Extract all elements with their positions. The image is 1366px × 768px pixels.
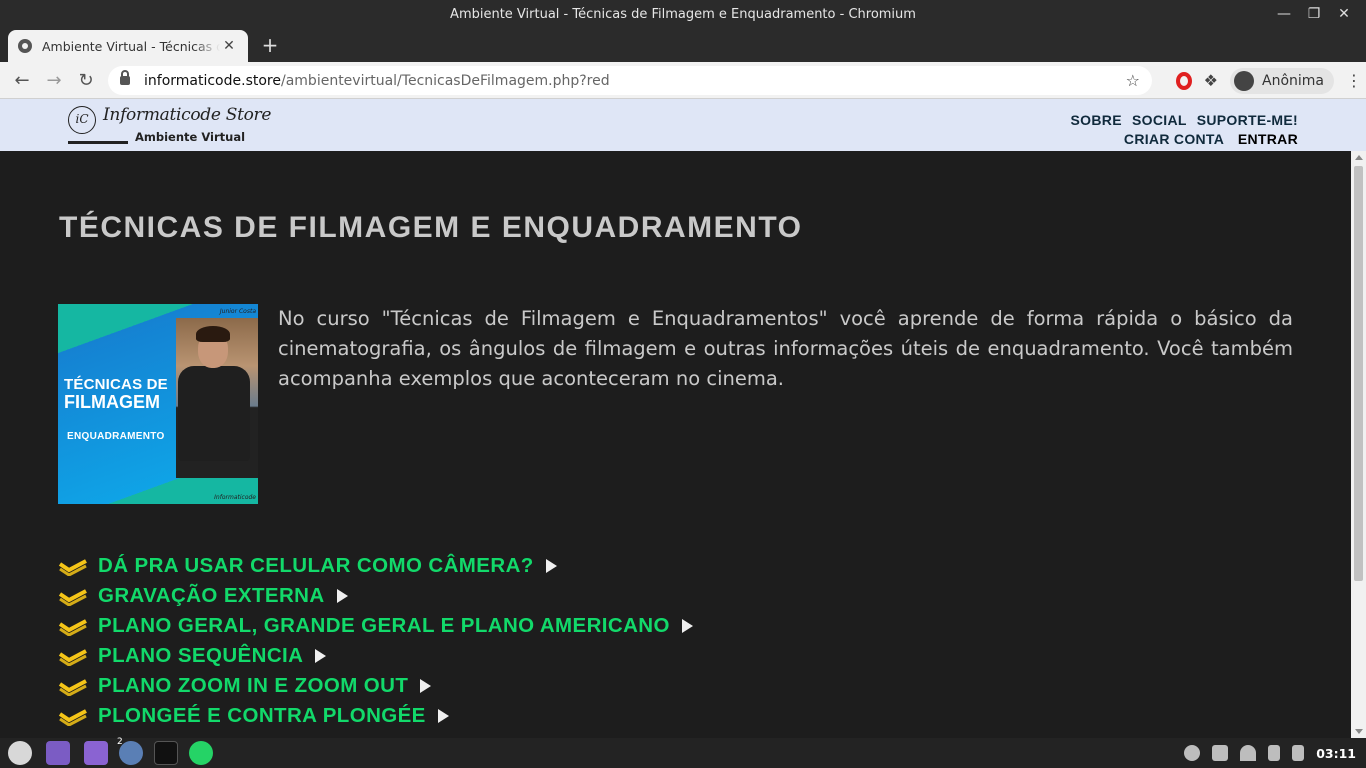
- menu-kebab-icon[interactable]: ⋮: [1346, 71, 1362, 90]
- play-icon[interactable]: [545, 559, 557, 573]
- system-tray: 03:11: [1184, 738, 1356, 768]
- top-nav: SOBRE SOCIAL SUPORTE-ME! CRIAR CONTA ENT…: [1065, 111, 1298, 149]
- whatsapp-icon[interactable]: [189, 741, 213, 765]
- site-logo[interactable]: iC Informaticode Store Ambiente Virtual: [68, 103, 271, 145]
- course-description: No curso "Técnicas de Filmagem e Enquadr…: [278, 307, 1293, 390]
- scroll-up-arrow-icon[interactable]: [1355, 155, 1363, 160]
- play-icon[interactable]: [437, 709, 449, 723]
- lesson-link[interactable]: PLANO ZOOM IN E ZOOM OUT: [98, 674, 408, 698]
- battery-icon[interactable]: [1292, 745, 1305, 761]
- checkmark-icon: [58, 586, 88, 606]
- menu-launcher-icon[interactable]: [8, 741, 32, 765]
- bookmark-star-icon[interactable]: ☆: [1126, 71, 1140, 90]
- profile-label: Anônima: [1262, 72, 1324, 89]
- minimize-icon[interactable]: —: [1276, 6, 1292, 22]
- lock-icon[interactable]: [120, 70, 130, 85]
- tab-strip: Ambiente Virtual - Técnicas de Filmagem …: [0, 28, 1366, 62]
- incognito-icon: [1234, 70, 1254, 91]
- window-title: Ambiente Virtual - Técnicas de Filmagem …: [450, 6, 916, 22]
- incognito-profile-button[interactable]: Anônima: [1230, 67, 1334, 94]
- reload-icon[interactable]: ↻: [70, 66, 102, 94]
- close-window-icon[interactable]: ✕: [1336, 6, 1352, 22]
- file-manager-icon[interactable]: [84, 741, 108, 765]
- extensions-puzzle-icon[interactable]: ❖: [1204, 71, 1218, 90]
- checkmark-icon: [58, 616, 88, 636]
- lesson-link[interactable]: GRAVAÇÃO EXTERNA: [98, 584, 325, 608]
- back-icon[interactable]: ←: [6, 66, 38, 94]
- page-scrollbar[interactable]: [1351, 151, 1366, 738]
- lesson-item[interactable]: GRAVAÇÃO EXTERNA: [58, 581, 693, 611]
- checkmark-icon: [58, 706, 88, 726]
- site-header: iC Informaticode Store Ambiente Virtual …: [0, 99, 1366, 151]
- url-host: informaticode.store: [144, 72, 281, 89]
- cover-person-shirt: [178, 366, 250, 461]
- chromium-taskbar-icon[interactable]: 2: [117, 737, 143, 765]
- lesson-item[interactable]: PLANO SEQUÊNCIA: [58, 641, 693, 671]
- cover-title-line1: TÉCNICAS DE: [64, 376, 168, 393]
- nav-suporte-link[interactable]: SUPORTE-ME!: [1197, 112, 1298, 128]
- cover-title-line3: ENQUADRAMENTO: [67, 431, 165, 442]
- window-titlebar: Ambiente Virtual - Técnicas de Filmagem …: [0, 0, 1366, 28]
- new-tab-button[interactable]: +: [258, 34, 282, 58]
- lesson-item[interactable]: PLANO GERAL, GRANDE GERAL E PLANO AMERIC…: [58, 611, 693, 641]
- lesson-list: DÁ PRA USAR CELULAR COMO CÂMERA? GRAVAÇÃ…: [58, 551, 693, 731]
- music-icon[interactable]: [1268, 745, 1281, 761]
- lesson-item[interactable]: PLONGEÉ E CONTRA PLONGÉE: [58, 701, 693, 731]
- lesson-link[interactable]: DÁ PRA USAR CELULAR COMO CÂMERA?: [98, 554, 534, 578]
- cover-person-hair: [196, 326, 230, 342]
- checkmark-icon: [58, 676, 88, 696]
- chromium-window-count: 2: [117, 737, 123, 747]
- globe-icon: [18, 39, 32, 53]
- lesson-link[interactable]: PLANO SEQUÊNCIA: [98, 644, 303, 668]
- url-path: /ambientevirtual/TecnicasDeFilmagem.php?…: [281, 72, 610, 89]
- lesson-item[interactable]: DÁ PRA USAR CELULAR COMO CÂMERA?: [58, 551, 693, 581]
- cover-brand: Informaticode: [214, 494, 256, 501]
- lesson-link[interactable]: PLANO GERAL, GRANDE GERAL E PLANO AMERIC…: [98, 614, 670, 638]
- play-icon[interactable]: [420, 679, 432, 693]
- terminal-icon[interactable]: [154, 741, 178, 765]
- whatsapp-tray-icon[interactable]: [1184, 745, 1201, 761]
- cover-author: Junior Costa: [219, 308, 256, 315]
- toolbar-right: ❖ Anônima ⋮: [1175, 66, 1362, 95]
- browser-tab-active[interactable]: Ambiente Virtual - Técnicas de Filmagem …: [8, 30, 248, 62]
- scrollbar-thumb[interactable]: [1354, 166, 1363, 581]
- nav-sobre-link[interactable]: SOBRE: [1071, 112, 1122, 128]
- printer-icon[interactable]: [1212, 745, 1229, 761]
- play-icon[interactable]: [336, 589, 348, 603]
- os-taskbar: 2 03:11: [0, 737, 1366, 768]
- page-content: TÉCNICAS DE FILMAGEM E ENQUADRAMENTO TÉC…: [0, 151, 1351, 738]
- address-bar[interactable]: informaticode.store/ambientevirtual/Tecn…: [108, 66, 1152, 95]
- nav-social-link[interactable]: SOCIAL: [1132, 112, 1186, 128]
- workspace-icon[interactable]: [46, 741, 70, 765]
- lesson-item[interactable]: PLANO ZOOM IN E ZOOM OUT: [58, 671, 693, 701]
- logo-subtitle: Ambiente Virtual: [135, 130, 246, 144]
- logo-underline: [68, 141, 128, 144]
- page-title: TÉCNICAS DE FILMAGEM E ENQUADRAMENTO: [59, 211, 803, 244]
- course-cover-image: TÉCNICAS DE FILMAGEM ENQUADRAMENTO Junio…: [58, 304, 258, 504]
- tab-close-icon[interactable]: ✕: [220, 38, 238, 54]
- tab-title: Ambiente Virtual - Técnicas de Filmagem …: [42, 38, 220, 54]
- nav-entrar-link[interactable]: ENTRAR: [1238, 131, 1298, 147]
- nav-criar-conta-link[interactable]: CRIAR CONTA: [1124, 131, 1224, 147]
- restore-icon[interactable]: ❐: [1306, 6, 1322, 22]
- forward-icon[interactable]: →: [38, 66, 70, 94]
- window-controls: — ❐ ✕: [1276, 0, 1352, 28]
- opera-extension-icon[interactable]: [1175, 71, 1192, 90]
- scroll-down-arrow-icon[interactable]: [1355, 729, 1363, 734]
- cover-title-line2: FILMAGEM: [64, 392, 160, 412]
- checkmark-icon: [58, 556, 88, 576]
- clock[interactable]: 03:11: [1316, 746, 1356, 761]
- logo-mark-icon: iC: [68, 106, 96, 134]
- checkmark-icon: [58, 646, 88, 666]
- browser-toolbar: ← → ↻ informaticode.store/ambientevirtua…: [0, 62, 1366, 99]
- play-icon[interactable]: [681, 619, 693, 633]
- wifi-icon[interactable]: [1240, 745, 1257, 761]
- lesson-link[interactable]: PLONGEÉ E CONTRA PLONGÉE: [98, 704, 426, 728]
- logo-name: Informaticode Store: [103, 105, 272, 125]
- play-icon[interactable]: [315, 649, 327, 663]
